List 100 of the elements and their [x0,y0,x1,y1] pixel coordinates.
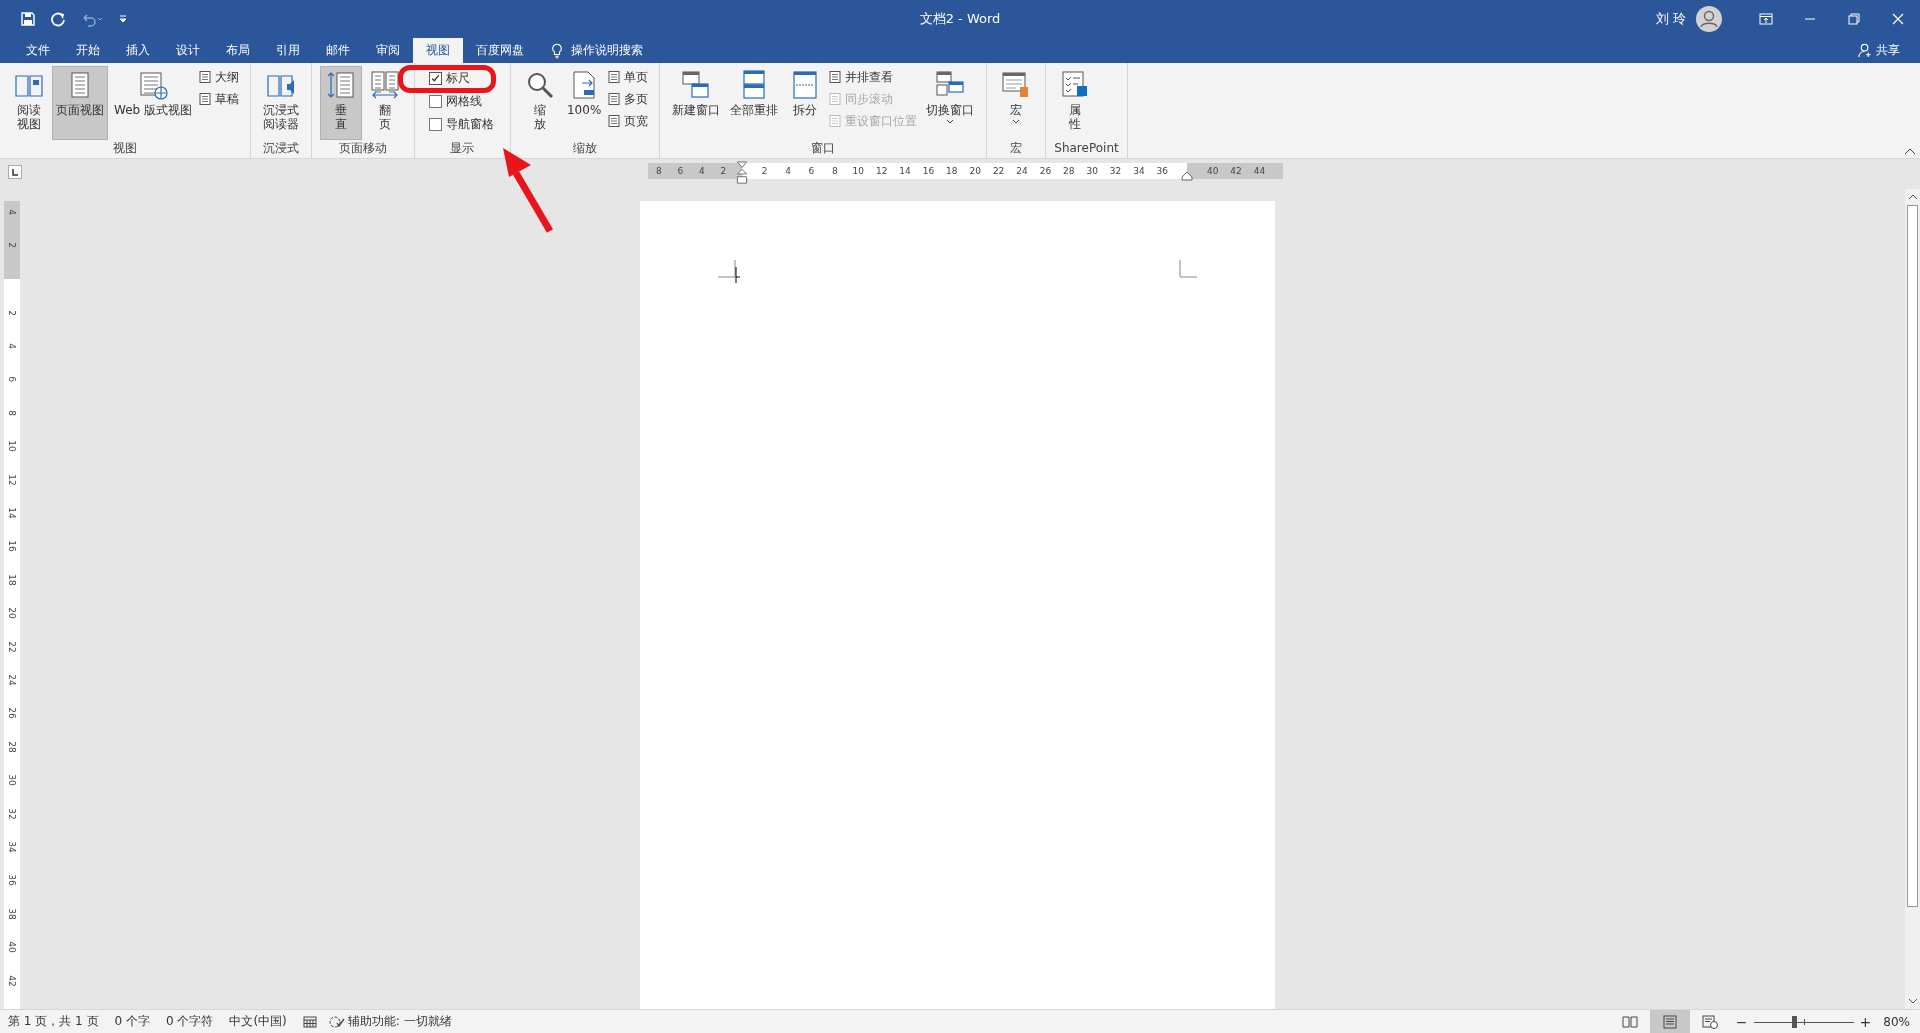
ribbon-button[interactable]: 翻 页 [364,66,406,140]
ribbon-button[interactable]: 缩 放 [519,66,561,140]
grid-icon[interactable] [302,1014,317,1029]
ruler-number: 34 [7,841,17,853]
ribbon-button[interactable]: 100% [563,66,606,140]
right-indent-marker-icon[interactable] [1181,171,1193,181]
ribbon-button[interactable]: 拆分 [784,66,827,140]
avatar-icon[interactable] [1696,6,1722,32]
ribbon-small-button[interactable]: 单页 [607,68,652,86]
group-label: 视图 [112,140,138,157]
ruler-number: 28 [7,741,17,753]
lightbulb-icon[interactable] [551,42,563,59]
checkbox[interactable] [429,118,442,131]
vertical-scrollbar[interactable] [1905,189,1920,1009]
tab-stop-icon[interactable] [8,165,22,179]
share-button[interactable]: 共享 [1858,38,1900,63]
crop-mark [1178,260,1197,278]
ruler-number: 4 [7,343,17,349]
ribbon-button[interactable]: 切换窗口 [922,66,979,140]
checkbox-label[interactable]: 导航窗格 [446,116,494,133]
zoom-in-button[interactable]: + [1859,1013,1872,1030]
ruler-number: 40 [1205,166,1220,176]
person-add-icon [1858,43,1873,58]
accessibility-status[interactable]: 辅助功能: 一切就绪 [328,1013,452,1030]
status-text[interactable]: 第 1 页，共 1 页 [8,1013,99,1030]
ruler-number: 6 [807,166,816,176]
ribbon-small-button[interactable]: 页宽 [607,112,652,130]
view-mode-button[interactable] [1649,1010,1690,1033]
group-label: 显示 [449,140,476,157]
ribbon-tab[interactable]: 设计 [163,38,213,63]
web-page-icon [1701,1014,1718,1029]
group-label: SharePoint [1054,140,1119,157]
ribbon-small-button[interactable]: 草稿 [198,90,242,108]
checkbox[interactable] [429,72,442,85]
ruler-number: 42 [1229,166,1243,176]
redo-icon[interactable] [50,11,66,27]
zoom-slider[interactable] [1753,1014,1854,1029]
ribbon-button[interactable]: 宏 [995,66,1038,140]
customize-toolbar-icon[interactable] [118,14,128,24]
ruler-number: 12 [7,473,17,486]
tell-me-search[interactable]: 操作说明搜索 [571,42,643,59]
scroll-thumb[interactable] [1907,205,1918,907]
accessibility-icon [328,1014,345,1029]
ruler-number: 24 [1015,166,1029,176]
ribbon-tab[interactable]: 百度网盘 [463,38,537,63]
ruler-number: 14 [898,166,912,176]
ruler-number: 30 [1085,166,1099,176]
ruler-number: 6 [7,376,17,383]
ribbon-tab[interactable]: 引用 [263,38,313,63]
zoom-percent[interactable]: 80% [1883,1014,1910,1029]
ribbon-button[interactable]: Web 版式视图 [110,66,196,140]
ruler-number: 18 [945,166,959,176]
checkbox[interactable] [429,95,442,108]
restore-icon[interactable] [1846,11,1862,27]
ribbon-small-button[interactable]: 并排查看 [828,68,921,86]
ruler-number: 4 [784,166,792,176]
group-label: 缩放 [572,140,599,157]
status-text[interactable]: 0 个字 [114,1013,150,1030]
ribbon-button[interactable]: 属 性 [1054,66,1097,140]
status-text[interactable]: 0 个字符 [166,1013,214,1030]
ruler-number: 2 [760,166,769,176]
ruler-number: 4 [7,209,17,215]
ribbon-button[interactable]: 全部重排 [726,66,783,140]
ribbon-button[interactable]: 沉浸式 阅读器 [259,66,303,140]
undo-icon [80,11,104,27]
status-text[interactable]: 中文(中国) [229,1013,287,1030]
ribbon-tab[interactable]: 布局 [213,38,263,63]
crop-mark [717,260,736,278]
indent-marker-icon[interactable] [736,161,748,185]
user-name[interactable]: 刘 玲 [1655,10,1686,28]
scroll-down-icon[interactable] [1907,997,1918,1005]
ribbon-button[interactable]: 阅读 视图 [8,66,50,140]
close-icon[interactable] [1890,11,1906,27]
group-label: 宏 [1009,140,1024,157]
ruler-number: 44 [1252,166,1267,176]
ruler-number: 2 [7,242,17,249]
ribbon-display-icon[interactable] [1758,11,1774,27]
text-cursor [734,267,741,283]
ribbon-tab[interactable]: 视图 [413,38,463,63]
collapse-ribbon-icon[interactable] [1904,147,1916,155]
ribbon-tab[interactable]: 开始 [63,38,113,63]
ruler-number: 36 [7,874,17,887]
ribbon-button[interactable]: 垂 直 [320,66,362,140]
ribbon-tab[interactable]: 插入 [113,38,163,63]
checkbox-label[interactable]: 网格线 [446,93,482,110]
ribbon-button[interactable]: 新建窗口 [668,66,725,140]
ribbon-tab[interactable]: 文件 [13,38,63,63]
checkbox-label[interactable]: 标尺 [446,70,470,87]
ribbon-tab[interactable]: 邮件 [313,38,363,63]
zoom-out-button[interactable]: − [1735,1013,1748,1030]
ruler-number: 42 [7,974,17,987]
ribbon-tab[interactable]: 审阅 [363,38,413,63]
ruler-number: 18 [7,574,17,586]
scroll-up-icon[interactable] [1907,193,1918,201]
command-label: 同步滚动 [828,90,921,108]
ribbon-small-button[interactable]: 多页 [607,90,652,108]
ribbon-button[interactable]: 页面视图 [52,66,108,140]
save-icon[interactable] [20,11,36,27]
ruler-number: 32 [1108,166,1123,176]
ribbon-small-button[interactable]: 大纲 [198,68,242,86]
